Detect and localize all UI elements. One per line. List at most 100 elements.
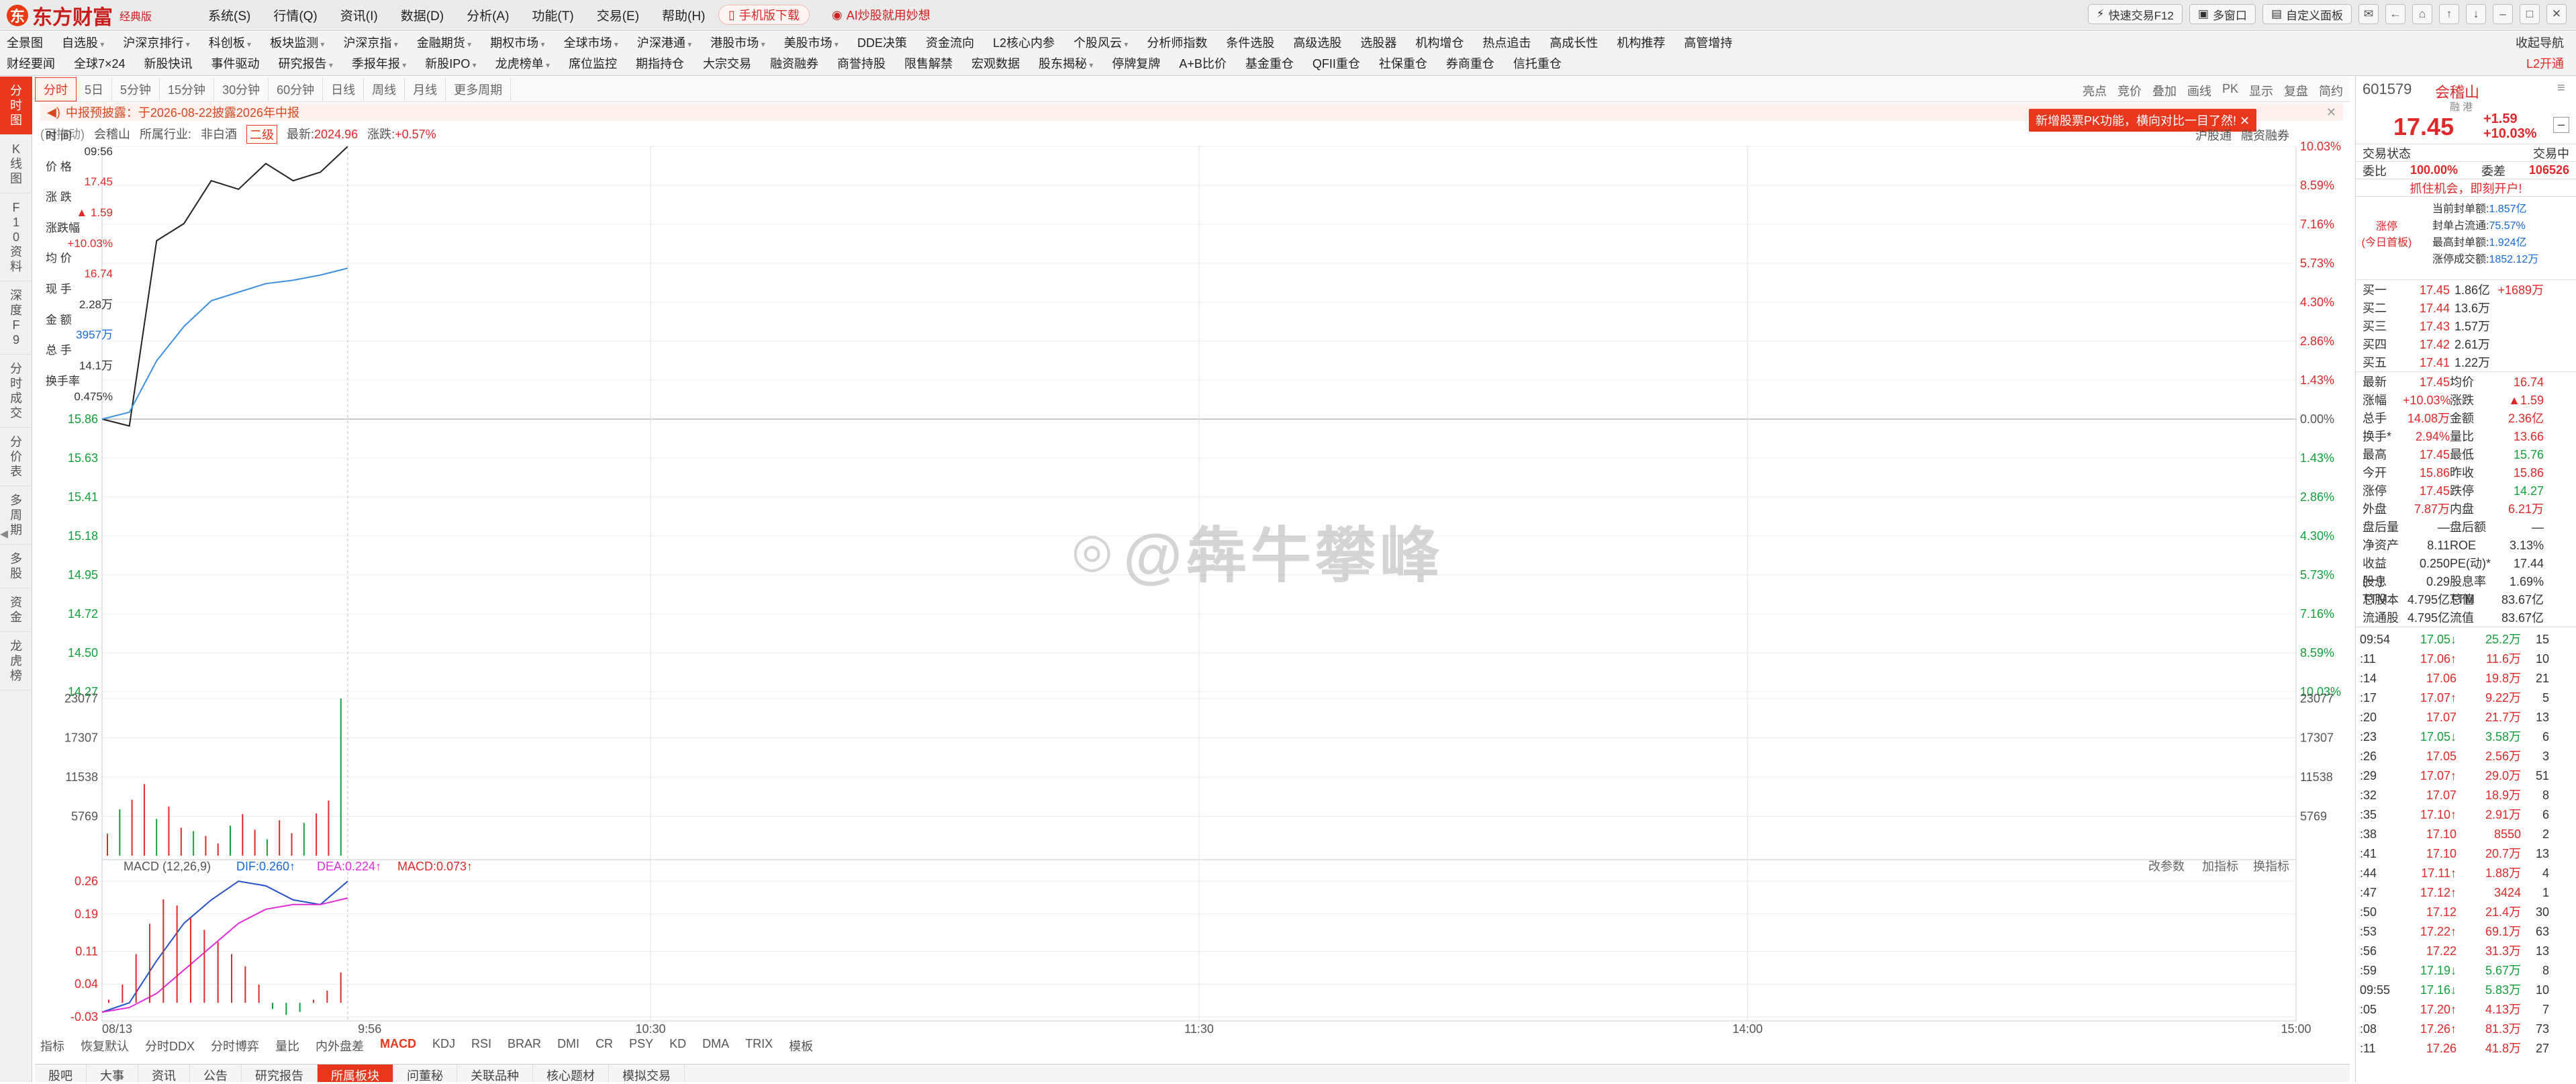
toolbar-btn-2[interactable]: 叠加 xyxy=(2152,82,2177,99)
indicator-tab-16[interactable]: 模板 xyxy=(789,1037,813,1054)
indicator-tab-7[interactable]: KDJ xyxy=(432,1037,455,1054)
period-tab-9[interactable]: 更多周期 xyxy=(446,77,512,101)
quick-trade-button[interactable]: ⚡ 快速交易F12 xyxy=(2087,4,2183,24)
custom-panel-button[interactable]: ▤ 自定义面板 xyxy=(2262,4,2352,24)
toolbar-btn-7[interactable]: 简约 xyxy=(2319,82,2343,99)
nav1-item-6[interactable]: 金融期货 xyxy=(417,34,471,54)
collapse-nav-link[interactable]: 收起导航 xyxy=(2516,34,2564,51)
left-tab-0[interactable]: 分时图 xyxy=(0,77,32,135)
menu-item-2[interactable]: 资讯(I) xyxy=(340,6,378,24)
nav2-item-13[interactable]: 限售解禁 xyxy=(904,54,953,75)
period-tab-7[interactable]: 周线 xyxy=(364,77,406,101)
indicator-tab-6[interactable]: MACD xyxy=(380,1037,416,1054)
nav1-item-8[interactable]: 全球市场 xyxy=(564,34,618,54)
nav2-item-7[interactable]: 龙虎榜单 xyxy=(495,54,550,75)
indicator-tab-9[interactable]: BRAR xyxy=(508,1037,541,1054)
nav1-item-16[interactable]: 分析师指数 xyxy=(1147,34,1207,54)
indicator-tab-5[interactable]: 内外盘差 xyxy=(316,1037,364,1054)
bottom-tab-9[interactable]: 模拟交易 xyxy=(609,1065,685,1083)
menu-item-7[interactable]: 帮助(H) xyxy=(662,6,705,24)
down-icon[interactable]: ↓ xyxy=(2466,4,2486,24)
left-tab-9[interactable]: 龙虎榜 xyxy=(0,632,32,690)
left-tab-2[interactable]: F10资料 xyxy=(0,193,32,281)
menu-item-1[interactable]: 行情(Q) xyxy=(273,6,317,24)
nav1-item-15[interactable]: 个股风云 xyxy=(1074,34,1128,54)
menu-item-3[interactable]: 数据(D) xyxy=(401,6,444,24)
nav2-item-21[interactable]: 券商重仓 xyxy=(1446,54,1494,75)
period-tab-3[interactable]: 15分钟 xyxy=(160,77,215,101)
nav1-item-5[interactable]: 沪深京指 xyxy=(343,34,397,54)
period-tab-0[interactable]: 分时 xyxy=(35,77,77,101)
indicator-tab-0[interactable]: 指标 xyxy=(40,1037,64,1054)
nav2-item-10[interactable]: 大宗交易 xyxy=(703,54,751,75)
menu-item-6[interactable]: 交易(E) xyxy=(597,6,639,24)
nav2-item-6[interactable]: 新股IPO xyxy=(425,54,476,75)
nav1-item-13[interactable]: 资金流向 xyxy=(926,34,974,54)
left-tab-4[interactable]: 分时成交 xyxy=(0,355,32,428)
left-tab-1[interactable]: K线图 xyxy=(0,135,32,193)
toolbar-btn-5[interactable]: 显示 xyxy=(2249,82,2273,99)
indicator-tab-12[interactable]: PSY xyxy=(629,1037,653,1054)
menu-item-4[interactable]: 分析(A) xyxy=(467,6,509,24)
nav1-item-4[interactable]: 板块监测 xyxy=(270,34,324,54)
indicator-tab-13[interactable]: KD xyxy=(669,1037,686,1054)
collapse-left-icon[interactable]: ◂ xyxy=(0,524,8,543)
toolbar-btn-4[interactable]: PK xyxy=(2222,82,2238,99)
notice-bar[interactable]: ◀) 中报预披露：于2026-08-22披露2026年中报 ✕ xyxy=(40,103,2343,121)
close-icon[interactable]: ✕ xyxy=(2546,4,2567,24)
open-account-link[interactable]: 抓住机会，即刻开户! xyxy=(2356,179,2576,196)
up-icon[interactable]: ↑ xyxy=(2439,4,2459,24)
bottom-tab-1[interactable]: 大事 xyxy=(87,1065,138,1083)
multi-window-button[interactable]: ▣ 多窗口 xyxy=(2189,4,2256,24)
menu-icon[interactable]: ≡ xyxy=(2557,81,2565,96)
nav2-item-16[interactable]: 停牌复牌 xyxy=(1112,54,1160,75)
menu-item-5[interactable]: 功能(T) xyxy=(532,6,573,24)
mail-icon[interactable]: ✉ xyxy=(2358,4,2379,24)
bottom-tab-4[interactable]: 研究报告 xyxy=(242,1065,318,1083)
nav2-item-4[interactable]: 研究报告 xyxy=(279,54,333,75)
nav2-item-2[interactable]: 新股快讯 xyxy=(144,54,193,75)
left-tab-8[interactable]: 资金 xyxy=(0,588,32,632)
nav2-item-11[interactable]: 融资融券 xyxy=(770,54,818,75)
period-tab-5[interactable]: 60分钟 xyxy=(269,77,324,101)
bottom-tab-0[interactable]: 股吧 xyxy=(35,1065,87,1083)
period-tab-4[interactable]: 30分钟 xyxy=(214,77,269,101)
left-tab-7[interactable]: 多股 xyxy=(0,545,32,588)
nav1-item-11[interactable]: 美股市场 xyxy=(784,34,839,54)
nav1-item-3[interactable]: 科创板 xyxy=(209,34,251,54)
nav2-item-9[interactable]: 期指持仓 xyxy=(636,54,684,75)
nav1-item-12[interactable]: DDE决策 xyxy=(857,34,907,54)
nav1-item-22[interactable]: 高成长性 xyxy=(1549,34,1598,54)
bottom-tab-2[interactable]: 资讯 xyxy=(138,1065,190,1083)
left-tab-5[interactable]: 分价表 xyxy=(0,428,32,486)
nav2-item-17[interactable]: A+B比价 xyxy=(1179,54,1227,75)
indicator-tab-10[interactable]: DMI xyxy=(557,1037,579,1054)
pk-tip-close-icon[interactable]: ✕ xyxy=(2240,114,2250,128)
l2-open-link[interactable]: L2开通 xyxy=(2526,54,2564,72)
collapse-icon[interactable]: – xyxy=(2553,117,2569,133)
home-icon[interactable]: ⌂ xyxy=(2412,4,2432,24)
indicator-tab-2[interactable]: 分时DDX xyxy=(145,1037,195,1054)
nav1-item-24[interactable]: 高管增持 xyxy=(1684,34,1732,54)
nav1-item-14[interactable]: L2核心内参 xyxy=(993,34,1055,54)
minimize-icon[interactable]: – xyxy=(2493,4,2513,24)
nav2-item-8[interactable]: 席位监控 xyxy=(569,54,617,75)
nav2-item-19[interactable]: QFII重仓 xyxy=(1313,54,1360,75)
nav2-item-1[interactable]: 全球7×24 xyxy=(74,54,126,75)
toolbar-btn-0[interactable]: 亮点 xyxy=(2083,82,2107,99)
nav1-item-1[interactable]: 自选股 xyxy=(62,34,104,54)
nav1-item-2[interactable]: 沪深京排行 xyxy=(123,34,189,54)
maximize-icon[interactable]: □ xyxy=(2520,4,2540,24)
notice-close-icon[interactable]: ✕ xyxy=(2326,105,2336,120)
nav1-item-9[interactable]: 沪深港通 xyxy=(637,34,691,54)
toolbar-btn-1[interactable]: 竞价 xyxy=(2117,82,2142,99)
nav2-item-18[interactable]: 基金重仓 xyxy=(1245,54,1294,75)
indicator-tab-14[interactable]: DMA xyxy=(702,1037,729,1054)
indicator-tab-3[interactable]: 分时博弈 xyxy=(211,1037,259,1054)
nav2-item-0[interactable]: 财经要闻 xyxy=(7,54,55,75)
nav1-item-18[interactable]: 高级选股 xyxy=(1293,34,1341,54)
bottom-tab-5[interactable]: 所属板块 xyxy=(318,1065,393,1083)
bottom-tab-6[interactable]: 问董秘 xyxy=(393,1065,457,1083)
indicator-tab-8[interactable]: RSI xyxy=(471,1037,491,1054)
indicator-tab-4[interactable]: 量比 xyxy=(275,1037,299,1054)
